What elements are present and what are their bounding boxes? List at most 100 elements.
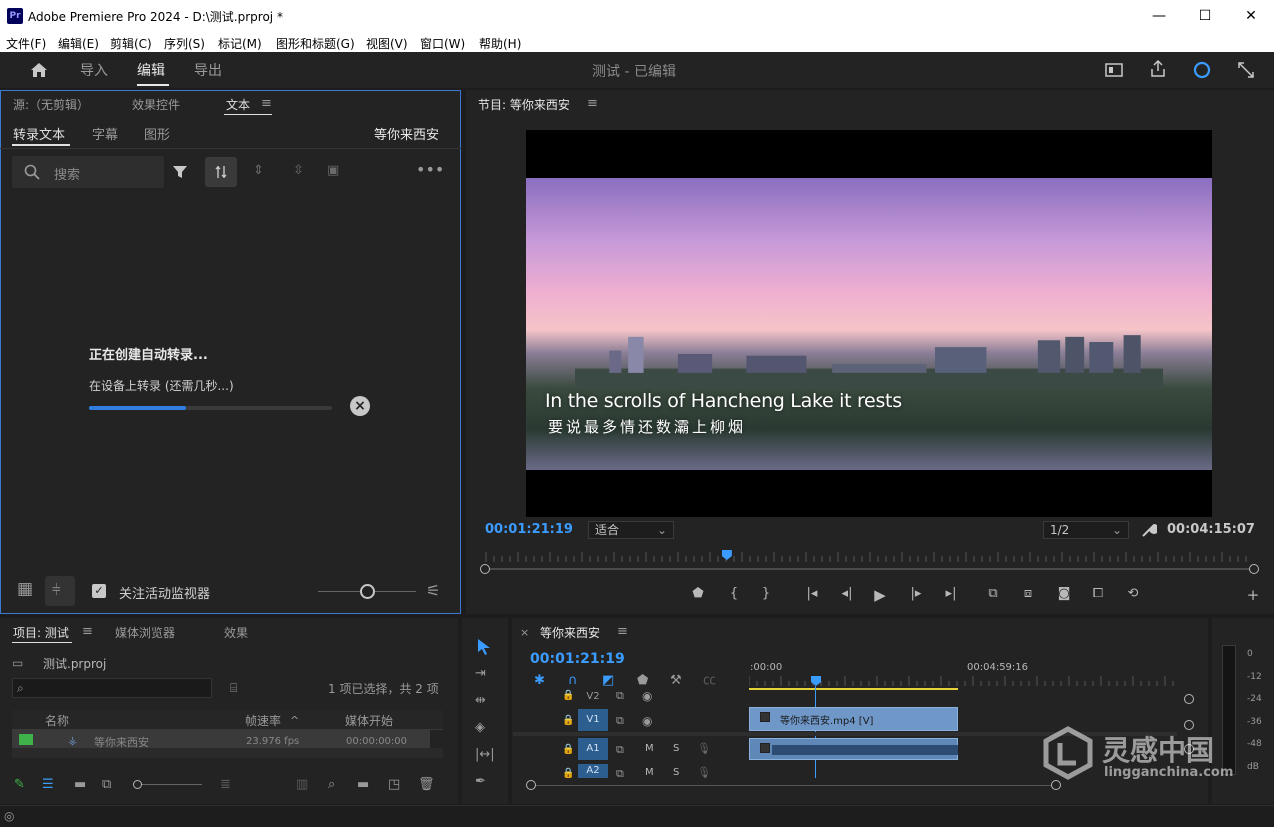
proxy-toggle-icon[interactable]: ⟲: [1124, 586, 1142, 601]
out-range-handle[interactable]: [1249, 564, 1259, 574]
menu-help[interactable]: 帮助(H): [479, 35, 521, 52]
subtab-graphics[interactable]: 图形: [144, 124, 170, 143]
background-tasks-icon[interactable]: ◎: [4, 809, 14, 823]
tab-import[interactable]: 导入: [80, 60, 108, 80]
quick-export-icon[interactable]: [1105, 62, 1123, 78]
settings-sliders-icon[interactable]: ⚟: [426, 583, 440, 599]
extract-icon[interactable]: ⧈: [1019, 586, 1037, 601]
lock-icon[interactable]: 🔒: [562, 689, 574, 703]
razor-icon[interactable]: ◈: [475, 721, 485, 735]
zoom-slider-handle[interactable]: [133, 780, 142, 789]
timeline-sequence-name[interactable]: 等你来西安: [540, 624, 600, 641]
sync-lock-icon[interactable]: ⧉: [616, 743, 624, 757]
menu-view[interactable]: 视图(V): [366, 35, 408, 52]
wrench-icon[interactable]: [1141, 522, 1157, 538]
tab-edit[interactable]: 编辑: [137, 60, 165, 80]
minimize-button[interactable]: —: [1136, 0, 1182, 32]
track-label-v2[interactable]: V2: [578, 688, 608, 706]
mute-button[interactable]: M: [645, 743, 654, 754]
panel-menu-icon[interactable]: ≡: [82, 625, 93, 639]
scrubber-bar[interactable]: [484, 568, 1255, 570]
new-bin-icon[interactable]: ▬: [357, 778, 369, 792]
pencil-icon[interactable]: ✎: [14, 778, 25, 792]
close-sequence-icon[interactable]: ×: [520, 626, 529, 640]
caption-track-icon[interactable]: ▦: [17, 581, 33, 598]
timeline-timecode[interactable]: 00:01:21:19: [530, 651, 625, 667]
lock-icon[interactable]: 🔒: [562, 714, 574, 728]
compare-view-icon[interactable]: ⧠: [1089, 586, 1107, 601]
panel-menu-icon[interactable]: ≡: [261, 97, 272, 111]
linked-selection-icon[interactable]: ◩: [602, 674, 614, 688]
menu-edit[interactable]: 编辑(E): [58, 35, 99, 52]
play-icon[interactable]: ▶: [871, 586, 889, 604]
column-media-start[interactable]: 媒体开始: [345, 712, 393, 729]
step-back-icon[interactable]: ◂|: [838, 586, 856, 601]
sort-icon[interactable]: ≣: [220, 778, 231, 792]
scroll-right-handle[interactable]: [1051, 780, 1061, 790]
zoom-slider-track[interactable]: [136, 784, 202, 785]
ripple-edit-icon[interactable]: ⇹: [475, 694, 486, 708]
selection-tool-icon[interactable]: [476, 638, 492, 656]
timeline-settings-icon[interactable]: ⚒: [670, 674, 682, 688]
lock-icon[interactable]: 🔒: [562, 767, 574, 781]
menu-file[interactable]: 文件(F): [6, 35, 46, 52]
tab-effect-controls[interactable]: 效果控件: [132, 96, 180, 113]
resolution-dropdown[interactable]: 1/2 ⌄: [1043, 521, 1129, 539]
eye-icon[interactable]: ◉: [642, 714, 652, 728]
more-options-icon[interactable]: •••: [416, 162, 444, 178]
lift-icon[interactable]: ⧉: [984, 586, 1002, 601]
vertical-zoom-top-handle[interactable]: [1184, 694, 1194, 704]
cancel-transcribe-icon[interactable]: ×: [350, 396, 370, 416]
label-color-swatch[interactable]: [19, 734, 33, 745]
pen-icon[interactable]: ✒: [475, 775, 486, 789]
step-forward-icon[interactable]: |▸: [907, 586, 925, 601]
mark-in-icon[interactable]: {: [725, 586, 743, 601]
icon-view-icon[interactable]: ▬: [74, 778, 86, 792]
lock-icon[interactable]: 🔒: [562, 743, 574, 757]
menu-window[interactable]: 窗口(W): [420, 35, 465, 52]
new-item-icon[interactable]: ◳: [388, 778, 400, 792]
progress-dashboard-icon[interactable]: [1193, 61, 1211, 79]
tab-text[interactable]: 文本: [226, 96, 250, 113]
menu-graphics[interactable]: 图形和标题(G): [276, 35, 355, 52]
track-label-v1[interactable]: V1: [578, 709, 608, 731]
tab-project[interactable]: 项目: 测试: [13, 624, 69, 641]
track-select-icon[interactable]: ⇥: [475, 667, 486, 681]
scrubber-ruler[interactable]: [484, 550, 1255, 564]
freeform-view-icon[interactable]: ⧉: [102, 778, 111, 792]
program-current-timecode[interactable]: 00:01:21:19: [485, 522, 573, 537]
nest-icon[interactable]: ✱: [534, 674, 545, 688]
close-window-button[interactable]: ✕: [1228, 0, 1274, 32]
tab-media-browser[interactable]: 媒体浏览器: [115, 624, 175, 641]
list-view-icon[interactable]: ☰: [42, 778, 54, 792]
timeline-horizontal-scrollbar[interactable]: [530, 785, 1060, 786]
go-to-in-icon[interactable]: |◂: [803, 586, 821, 601]
timeline-menu-icon[interactable]: ≡: [617, 625, 628, 639]
microphone-icon[interactable]: 🎙: [697, 766, 711, 780]
tab-effects[interactable]: 效果: [224, 624, 248, 641]
speaker-icon[interactable]: ▣: [327, 164, 339, 178]
snap-icon[interactable]: ∩: [568, 674, 578, 688]
project-search-input[interactable]: [12, 678, 212, 698]
scroll-left-handle[interactable]: [526, 780, 536, 790]
monitor-menu-icon[interactable]: ≡: [587, 97, 598, 111]
solo-button[interactable]: S: [673, 743, 679, 754]
menu-sequence[interactable]: 序列(S): [164, 35, 205, 52]
work-area-bar[interactable]: [749, 688, 958, 690]
trash-icon[interactable]: 🗑: [418, 778, 435, 792]
sync-lock-icon[interactable]: ⧉: [616, 714, 624, 728]
filter-icon[interactable]: [172, 164, 188, 180]
subtab-captions[interactable]: 字幕: [92, 124, 118, 143]
go-to-out-icon[interactable]: ▸|: [942, 586, 960, 601]
mark-out-icon[interactable]: }: [757, 586, 775, 601]
zoom-dropdown[interactable]: 适合 ⌄: [588, 521, 674, 539]
home-icon[interactable]: [30, 62, 48, 78]
add-marker-icon[interactable]: ⬟: [637, 674, 648, 688]
follow-monitor-checkbox[interactable]: ✓: [92, 584, 106, 598]
video-clip[interactable]: 等你来西安.mp4 [V]: [749, 707, 958, 731]
tab-source[interactable]: 源:（无剪辑）: [13, 96, 89, 113]
track-label-a1[interactable]: A1: [578, 738, 608, 760]
eye-icon[interactable]: ◉: [642, 689, 652, 703]
add-button-icon[interactable]: +: [1244, 586, 1262, 604]
microphone-icon[interactable]: 🎙: [697, 742, 711, 756]
